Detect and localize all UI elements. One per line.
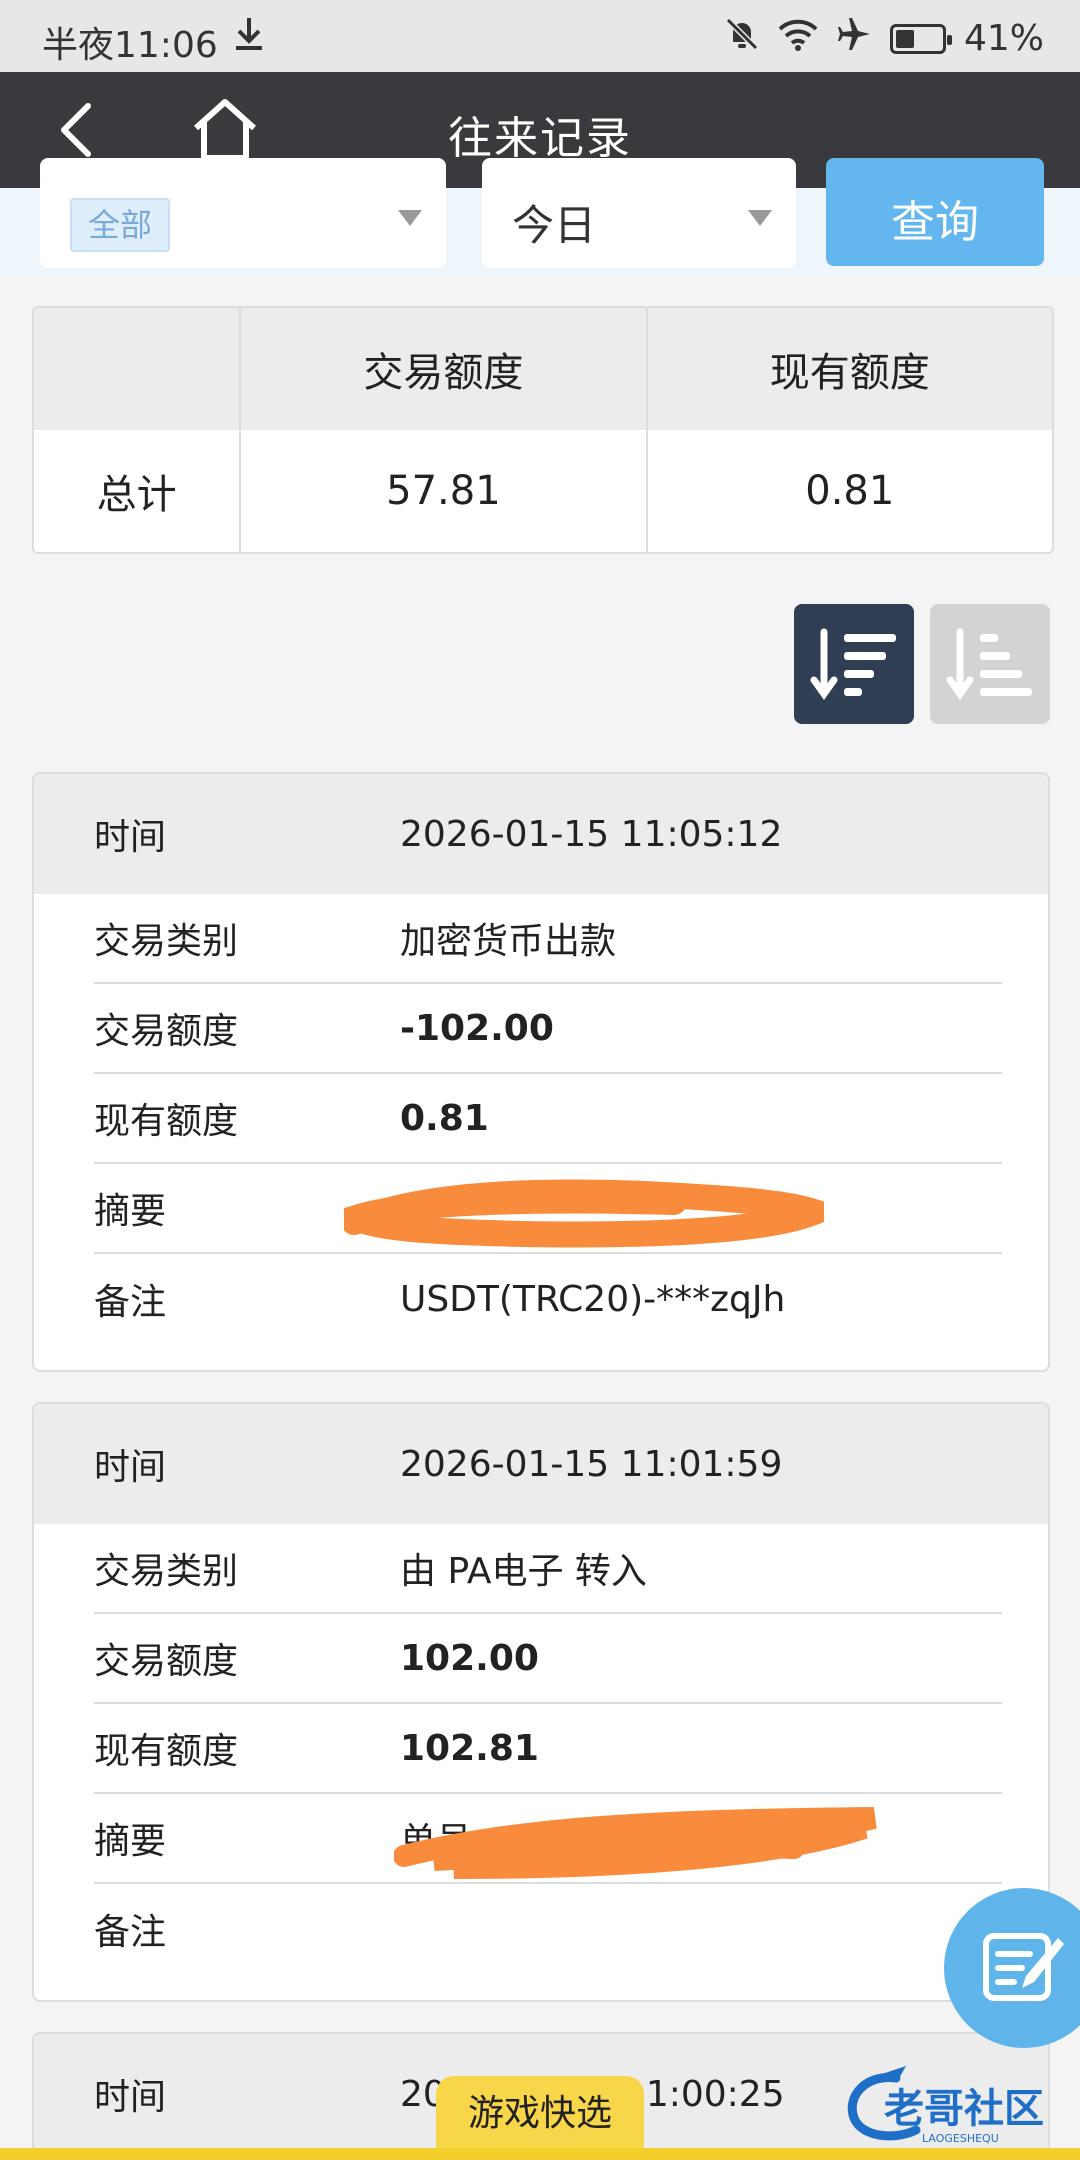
page-title: 往来记录 — [448, 113, 632, 164]
watermark-subtext: LAOGESHEQU — [922, 2132, 999, 2145]
filter-bar: 全部 今日 查询 — [0, 158, 1080, 276]
record-type-row: 交易类别 加密货币出款 — [94, 894, 1002, 984]
record-balance-row: 现有额度 102.81 — [94, 1704, 1002, 1794]
record-balance-label: 现有额度 — [94, 1101, 239, 1142]
record-summary-label: 摘要 — [94, 1821, 167, 1862]
record-balance-value: 0.81 — [400, 1097, 489, 1139]
record-note-label: 备注 — [94, 1912, 167, 1953]
record-type-label: 交易类别 — [94, 921, 239, 962]
record-summary-row: 摘要 — [94, 1164, 1002, 1254]
summary-transaction-amount: 57.81 — [241, 430, 648, 552]
sort-ascending-icon — [946, 628, 1032, 701]
summary-table: 交易额度 现有额度 总计 57.81 0.81 — [32, 306, 1054, 554]
record-note-label: 备注 — [94, 1282, 167, 1323]
record-note-row: 备注 — [94, 1884, 1002, 1974]
category-tag: 全部 — [70, 198, 171, 252]
record-amount-label: 交易额度 — [94, 1641, 239, 1682]
record-amount-row: 交易额度 -102.00 — [94, 984, 1002, 1074]
chevron-down-icon — [748, 210, 772, 226]
record-time-row: 时间 2026-01-15 11:05:12 — [34, 774, 1048, 894]
record-balance-label: 现有额度 — [94, 1731, 239, 1772]
watermark-logo: 老哥社区 LAOGESHEQU — [836, 2060, 1066, 2150]
record-type-row: 交易类别 由 PA电子 转入 — [94, 1524, 1002, 1614]
record-time-value: 2026-01-15 11:01:59 — [400, 1443, 783, 1485]
sort-descending-button[interactable] — [794, 604, 914, 724]
status-bar: 半夜11:06 41% — [0, 0, 1080, 72]
battery-percent: 41% — [963, 18, 1044, 59]
redaction-scribble — [344, 1179, 824, 1248]
record-card: 时间 2026-01-15 11:05:12 交易类别 加密货币出款 交易额度 … — [32, 772, 1050, 1372]
record-amount-value: 102.00 — [400, 1637, 539, 1679]
sort-descending-icon — [810, 628, 896, 701]
summary-header-empty — [34, 308, 242, 430]
category-select[interactable]: 全部 — [40, 158, 446, 268]
summary-total-row: 总计 57.81 0.81 — [34, 430, 1052, 552]
summary-header-row: 交易额度 现有额度 — [34, 308, 1052, 430]
record-type-label: 交易类别 — [94, 1551, 239, 1592]
chevron-down-icon — [398, 210, 422, 226]
mute-bell-icon — [724, 16, 760, 61]
status-time: 半夜11:06 — [42, 25, 218, 66]
record-amount-value: -102.00 — [400, 1007, 554, 1049]
record-time-row: 时间 2026-01-15 11:01:59 — [34, 1404, 1048, 1524]
record-balance-value: 102.81 — [400, 1727, 539, 1769]
airplane-icon — [836, 16, 872, 61]
wifi-icon — [778, 17, 818, 60]
record-time-tail: 1:00:25 — [645, 2073, 785, 2115]
summary-total-label: 总计 — [34, 430, 242, 552]
record-note-row: 备注 USDT(TRC20)-***zqJh — [94, 1254, 1002, 1344]
watermark-text: 老哥社区 — [884, 2086, 1044, 2132]
record-time-label: 时间 — [94, 2077, 167, 2118]
download-icon — [232, 16, 266, 61]
date-range-select[interactable]: 今日 — [482, 158, 796, 268]
record-balance-row: 现有额度 0.81 — [94, 1074, 1002, 1164]
record-time-label: 时间 — [94, 817, 167, 858]
record-summary-label: 摘要 — [94, 1191, 167, 1232]
record-time-value: 2026-01-15 11:05:12 — [400, 813, 783, 855]
record-amount-label: 交易额度 — [94, 1011, 239, 1052]
bottom-stripe — [0, 2148, 1080, 2160]
summary-header-current: 现有额度 — [769, 350, 930, 396]
summary-current-amount: 0.81 — [805, 468, 895, 514]
sort-ascending-button[interactable] — [930, 604, 1050, 724]
record-type-value: 加密货币出款 — [400, 921, 617, 962]
record-time-label: 时间 — [94, 1447, 167, 1488]
edit-note-icon — [983, 1933, 1064, 2001]
query-button[interactable]: 查询 — [826, 158, 1044, 266]
record-summary-value: 单号 — [400, 1821, 473, 1862]
record-summary-row: 摘要 单号 — [94, 1794, 1002, 1884]
summary-header-transaction: 交易额度 — [241, 308, 648, 430]
record-type-value: 由 PA电子 转入 — [400, 1551, 647, 1592]
date-range-value: 今日 — [512, 201, 597, 250]
record-amount-row: 交易额度 102.00 — [94, 1614, 1002, 1704]
record-card: 时间 2026-01-15 11:01:59 交易类别 由 PA电子 转入 交易… — [32, 1402, 1050, 2002]
record-note-value: USDT(TRC20)-***zqJh — [400, 1278, 786, 1320]
battery-icon — [889, 23, 952, 54]
